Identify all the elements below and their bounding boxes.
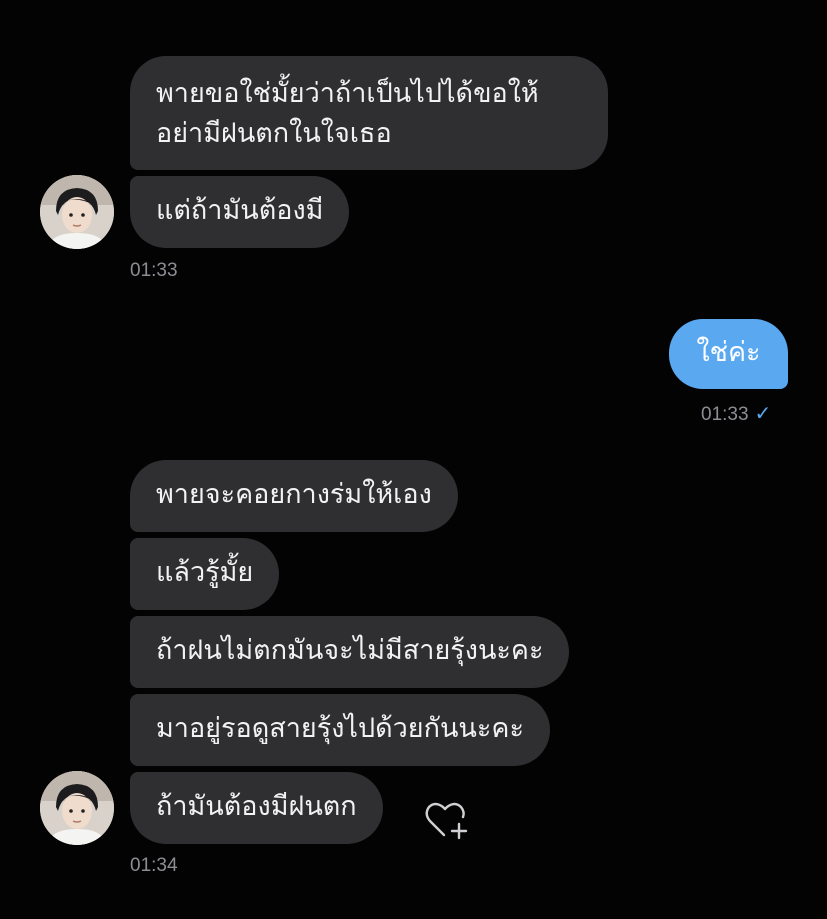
timestamp: 01:34	[130, 855, 178, 876]
avatar-image	[40, 175, 114, 249]
message-text-line: พายขอใช่มั้ยว่าถ้าเป็นไปได้ขอให้	[156, 78, 539, 109]
received-message[interactable]: ถ้ามันต้องมีฝนตก	[130, 772, 383, 844]
message-text: มาอยู่รอดูสายรุ้งไปด้วยกันนะคะ	[156, 713, 524, 744]
check-icon: ✓	[754, 403, 772, 425]
received-message[interactable]: พายขอใช่มั้ยว่าถ้าเป็นไปได้ขอให้ อย่ามีฝ…	[130, 56, 608, 170]
message-text: ถ้าฝนไม่ตกมันจะไม่มีสายรุ้งนะคะ	[156, 635, 544, 666]
received-message[interactable]: มาอยู่รอดูสายรุ้งไปด้วยกันนะคะ	[130, 694, 550, 766]
timestamp: 01:33	[701, 404, 749, 425]
avatar[interactable]	[40, 175, 114, 249]
received-message[interactable]: แต่ถ้ามันต้องมี	[130, 176, 350, 248]
received-message[interactable]: แล้วรู้มั้ย	[130, 538, 280, 610]
message-text: พายจะคอยกางร่มให้เอง	[156, 479, 432, 510]
timestamp: 01:33	[130, 260, 178, 281]
received-message[interactable]: พายจะคอยกางร่มให้เอง	[130, 460, 458, 532]
add-reaction-heart-icon[interactable]	[422, 797, 472, 847]
sent-timestamp: 01:33 ✓	[701, 401, 771, 426]
message-text: แล้วรู้มั้ย	[156, 557, 254, 588]
avatar[interactable]	[40, 771, 114, 845]
message-text: ถ้ามันต้องมีฝนตก	[156, 791, 357, 822]
message-text: ใช่ค่ะ	[696, 337, 761, 368]
avatar-image	[40, 771, 114, 845]
sent-message[interactable]: ใช่ค่ะ	[669, 319, 788, 389]
received-message[interactable]: ถ้าฝนไม่ตกมันจะไม่มีสายรุ้งนะคะ	[130, 616, 570, 688]
message-text: แต่ถ้ามันต้องมี	[156, 195, 324, 226]
chat-screen: พายขอใช่มั้ยว่าถ้าเป็นไปได้ขอให้ อย่ามีฝ…	[0, 0, 827, 919]
message-text-line: อย่ามีฝนตกในใจเธอ	[156, 118, 392, 149]
